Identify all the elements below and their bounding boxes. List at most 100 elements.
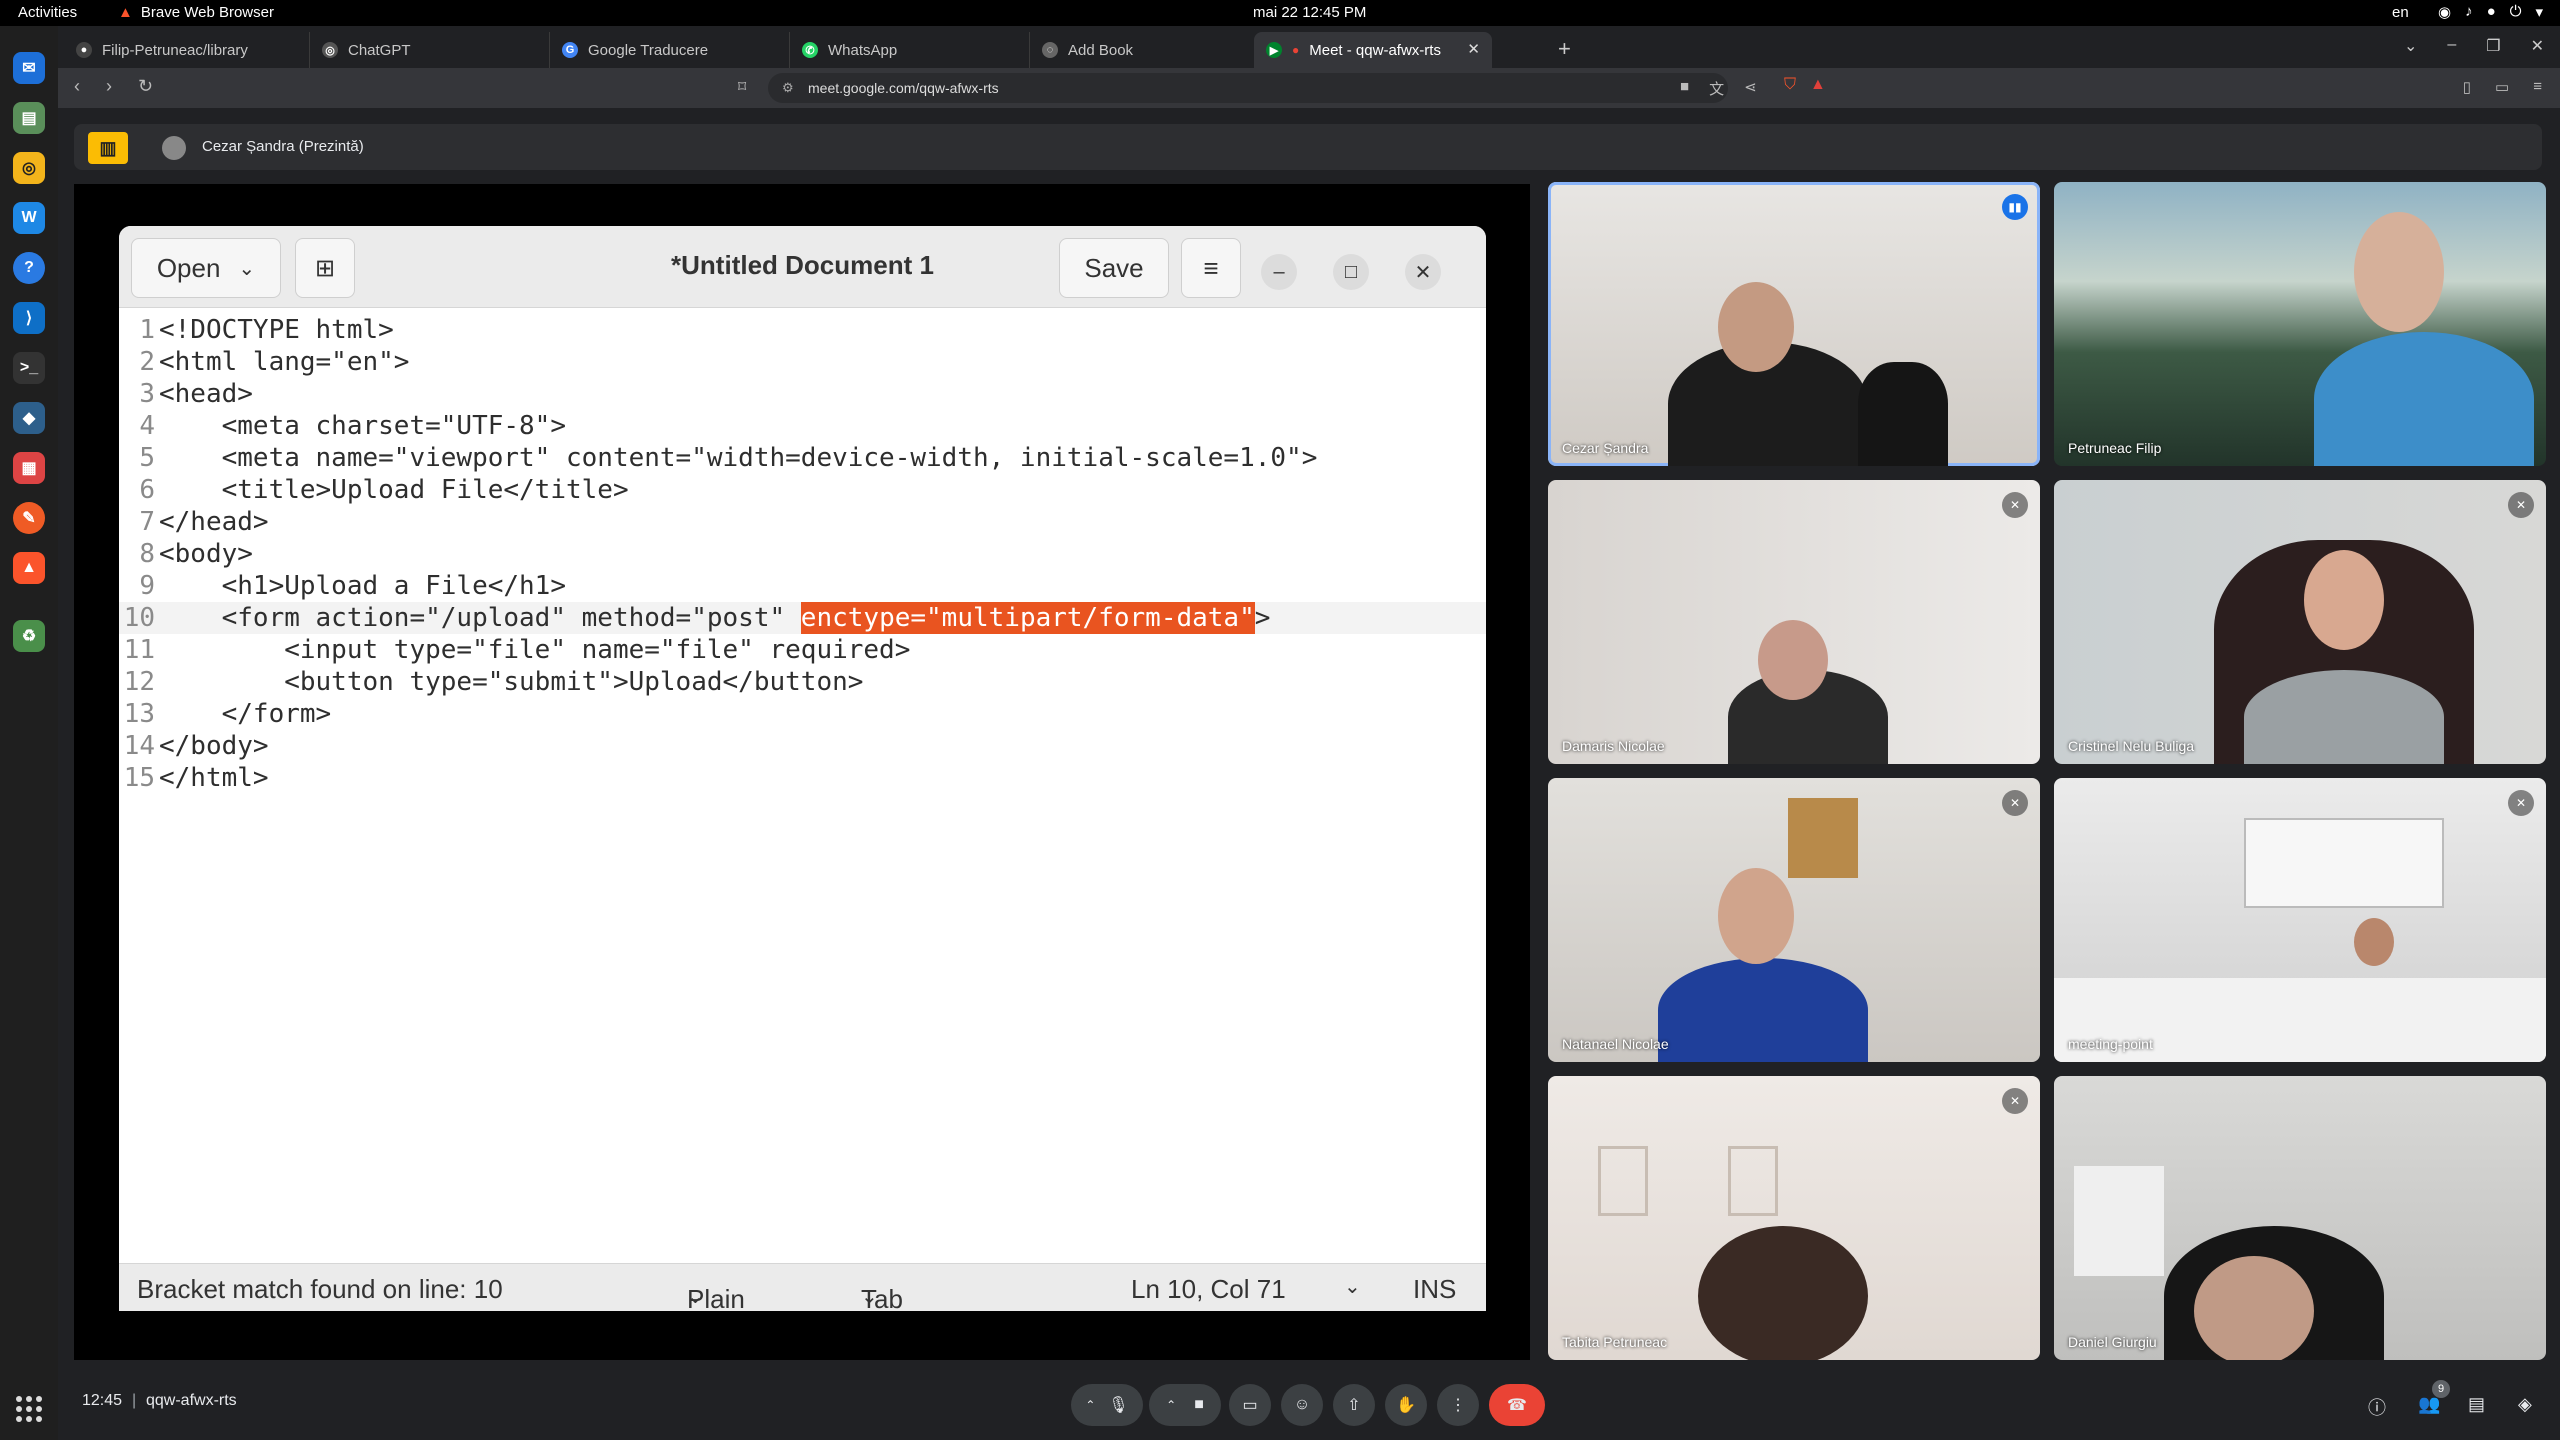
meet-icon: ▶ <box>1266 42 1282 58</box>
presentation-icon[interactable]: ▥ <box>88 132 128 164</box>
clock[interactable]: mai 22 12:45 PM <box>1253 4 1366 21</box>
divider: | <box>132 1392 137 1409</box>
minimize-icon[interactable]: – <box>1261 254 1297 290</box>
participant-tile[interactable]: Petruneac Filip <box>2054 182 2546 466</box>
help-icon[interactable]: ? <box>13 252 45 284</box>
participant-tile[interactable]: ✕ Damaris Nicolae <box>1548 480 2040 764</box>
tab-meet[interactable]: ▶ ● Meet - qqw-afwx-rts ✕ <box>1254 32 1492 68</box>
rhythmbox-icon[interactable]: ◎ <box>13 152 45 184</box>
chevron-up-icon[interactable]: ⌃ <box>1085 1398 1095 1412</box>
hang-up-icon: ☎ <box>1507 1397 1527 1414</box>
system-tray[interactable]: ◉ ♪ ● ⏻ ▾ <box>2438 3 2543 21</box>
leave-call-button[interactable]: ☎ <box>1489 1384 1545 1426</box>
maximize-icon[interactable]: □ <box>1333 254 1369 290</box>
code-line-current: 10 <form action="/upload" method="post" … <box>119 602 1486 634</box>
back-icon[interactable]: ‹ <box>74 76 80 97</box>
translate-icon: G <box>562 42 578 58</box>
participant-tile[interactable]: ✕ meeting-point <box>2054 778 2546 1062</box>
code-line: 15 </html> <box>123 763 269 793</box>
more-options-button[interactable]: ⋮ <box>1437 1384 1479 1426</box>
editor-statusbar: Bracket match found on line: 10 Plain Te… <box>119 1263 1486 1311</box>
hamburger-menu-icon[interactable]: ≡ <box>1181 238 1241 298</box>
trash-icon[interactable]: ♻ <box>13 620 45 652</box>
sidebar-icon[interactable]: ▯ <box>2463 78 2471 96</box>
vscode-icon[interactable]: ⟩ <box>13 302 45 334</box>
url-actions: ■ 文 ⋖ <box>1680 78 1757 99</box>
brave-dock-icon[interactable]: ▲ <box>13 552 45 584</box>
dock: ✉ ▤ ◎ W ? ⟩ >_ ◆ ▦ ✎ ▲ ♻ <box>0 26 58 1440</box>
tab-github[interactable]: ● Filip-Petruneac/library <box>64 32 310 68</box>
archive-icon[interactable]: ▦ <box>13 452 45 484</box>
maximize-icon[interactable]: ❐ <box>2486 36 2500 56</box>
activities-button[interactable]: Activities <box>18 4 77 21</box>
insert-mode[interactable]: INS <box>1413 1274 1456 1305</box>
code-area[interactable]: 1 <!DOCTYPE html> 2 <html lang="en"> 3 <hea… <box>119 308 1486 1231</box>
reactions-button[interactable]: ☺ <box>1281 1384 1323 1426</box>
code-line: 6 <title>Upload File</title> <box>139 475 629 505</box>
reload-icon[interactable]: ↻ <box>138 76 153 97</box>
participant-tile[interactable]: ✕ Tabita Petruneac <box>1548 1076 2040 1360</box>
wallet-icon[interactable]: ▭ <box>2495 78 2509 96</box>
participant-name: Natanael Nicolae <box>1562 1036 1669 1052</box>
url-field[interactable]: ⚙ meet.google.com/qqw-afwx-rts <box>768 73 1728 103</box>
files-icon[interactable]: ▤ <box>13 102 45 134</box>
toolbar-right: ▯ ▭ ≡ <box>2463 78 2542 96</box>
selected-text: enctype="multipart/form-data" <box>800 602 1255 634</box>
participant-name: Petruneac Filip <box>2068 440 2162 456</box>
chevron-down-icon[interactable]: ⌄ <box>1344 1274 1361 1299</box>
brave-icon: ▲ <box>118 4 133 21</box>
code-line: 7 </head> <box>139 507 269 537</box>
system-top-bar: Activities ▲ Brave Web Browser mai 22 12… <box>0 0 2560 26</box>
chevron-up-icon[interactable]: ⌃ <box>1166 1398 1176 1412</box>
tab-chatgpt[interactable]: ◎ ChatGPT <box>310 32 550 68</box>
tab-google-translate[interactable]: G Google Traducere <box>550 32 790 68</box>
meet-controls: 12:45 | qqw-afwx-rts ⌃ 🎙 ⌃ ■ ▭ ☺ ⇧ ✋ ⋮ ☎… <box>58 1370 2560 1440</box>
site-info-icon[interactable]: ⚙ <box>782 80 794 96</box>
close-window-icon[interactable]: ✕ <box>2531 36 2544 56</box>
writer-icon[interactable]: W <box>13 202 45 234</box>
thunderbird-icon[interactable]: ✉ <box>13 52 45 84</box>
present-button[interactable]: ⇧ <box>1333 1384 1375 1426</box>
url-text: meet.google.com/qqw-afwx-rts <box>808 80 999 96</box>
forward-icon[interactable]: › <box>106 76 112 97</box>
raise-hand-button[interactable]: ✋ <box>1385 1384 1427 1426</box>
translate-page-icon[interactable]: 文 <box>1709 78 1724 99</box>
database-icon[interactable]: ◆ <box>13 402 45 434</box>
share-icon[interactable]: ⋖ <box>1744 78 1757 99</box>
captions-button[interactable]: ▭ <box>1229 1384 1271 1426</box>
participant-tile[interactable]: ✕ Natanael Nicolae <box>1548 778 2040 1062</box>
show-apps-icon[interactable] <box>16 1396 42 1422</box>
keyboard-layout[interactable]: en <box>2392 4 2409 21</box>
mic-button[interactable]: ⌃ 🎙 <box>1071 1384 1143 1426</box>
new-tab-button[interactable]: + <box>1558 36 1571 62</box>
minimize-icon[interactable]: ‒ <box>2447 36 2456 56</box>
presentation-screen: Open ⌄ ⊞ *Untitled Document 1 Save ≡ – □… <box>74 184 1530 1360</box>
cursor-position[interactable]: Ln 10, Col 71 <box>1131 1274 1286 1305</box>
menu-icon[interactable]: ≡ <box>2533 78 2542 96</box>
whiteboard <box>2244 818 2444 908</box>
brave-shields-icon[interactable]: ⛉ <box>1784 76 1796 94</box>
participant-tile[interactable]: Daniel Giurgiu <box>2054 1076 2546 1360</box>
terminal-icon[interactable]: >_ <box>13 352 45 384</box>
text-editor-window: Open ⌄ ⊞ *Untitled Document 1 Save ≡ – □… <box>119 226 1486 1311</box>
close-icon[interactable]: ✕ <box>1405 254 1441 290</box>
dropdown-icon: ▾ <box>2535 4 2544 21</box>
brave-rewards-icon[interactable]: ▲ <box>1810 76 1826 94</box>
meet-page: ▥ Cezar Șandra (Prezintă) Open ⌄ ⊞ *Unti… <box>58 108 2560 1440</box>
tab-whatsapp[interactable]: ✆ WhatsApp <box>790 32 1030 68</box>
chat-icon[interactable]: ▤ <box>2468 1394 2485 1415</box>
info-icon[interactable]: ⓘ <box>2368 1394 2386 1420</box>
participant-tile[interactable]: ✕ Cristinel Nelu Buliga <box>2054 480 2546 764</box>
tab-search-icon[interactable]: ⌄ <box>2404 36 2417 56</box>
camera-icon[interactable]: ■ <box>1680 78 1689 99</box>
app-menu[interactable]: ▲ Brave Web Browser <box>118 4 274 21</box>
tab-add-book[interactable]: ◌ Add Book <box>1030 32 1270 68</box>
bookmark-icon[interactable]: ⌑ <box>738 77 746 97</box>
hand-icon: ✋ <box>1396 1397 1416 1414</box>
postman-icon[interactable]: ✎ <box>13 502 45 534</box>
save-button[interactable]: Save <box>1059 238 1169 298</box>
camera-button[interactable]: ⌃ ■ <box>1149 1384 1221 1426</box>
participant-tile[interactable]: ▮▮ Cezar Șandra <box>1548 182 2040 466</box>
activities-icon[interactable]: ◈ <box>2518 1394 2532 1415</box>
close-tab-icon[interactable]: ✕ <box>1467 40 1480 58</box>
